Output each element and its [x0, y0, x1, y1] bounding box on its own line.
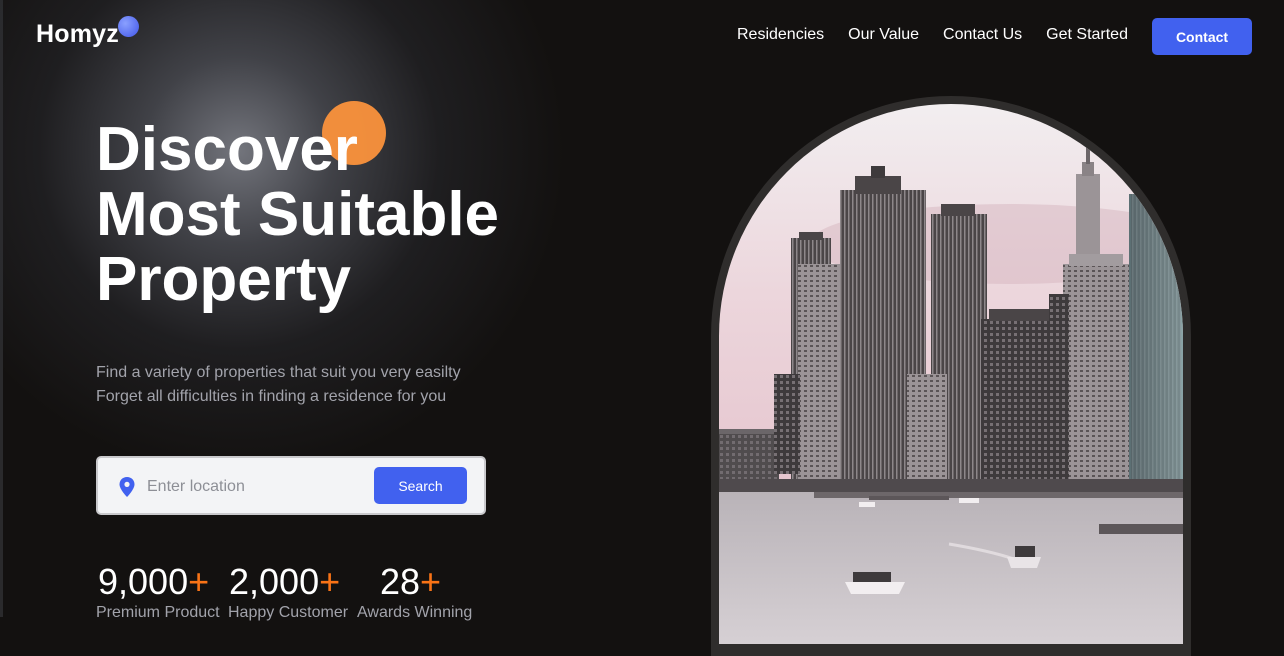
stat-number: 28	[380, 561, 421, 602]
hero-subtitle-line: Forget all difficulties in finding a res…	[96, 388, 447, 405]
hero-title-line: Discover	[96, 115, 358, 184]
stat-label: Happy Customer	[228, 604, 349, 621]
main-nav: Residencies Our Value Contact Us Get Sta…	[737, 26, 1128, 44]
nav-residencies[interactable]: Residencies	[737, 26, 824, 44]
stat-awards-winning: 28+ Awards Winning	[357, 561, 472, 622]
stat-value: 9,000+	[98, 561, 220, 603]
contact-button[interactable]: Contact	[1152, 18, 1252, 55]
hero-title-line: Property	[96, 245, 351, 314]
stat-happy-customer: 2,000+ Happy Customer	[228, 561, 349, 622]
stat-premium-product: 9,000+ Premium Product	[96, 561, 220, 622]
logo[interactable]: Homyz	[36, 20, 119, 49]
hero-subtitle: Find a variety of properties that suit y…	[96, 361, 461, 409]
page-edge	[0, 0, 3, 617]
hero-title-line: Most Suitable	[96, 180, 500, 249]
hero-image	[719, 104, 1183, 644]
hero-subtitle-line: Find a variety of properties that suit y…	[96, 364, 461, 381]
stat-plus: +	[420, 561, 442, 602]
location-pin-icon	[119, 477, 135, 497]
stat-plus: +	[319, 561, 341, 602]
location-input[interactable]	[145, 473, 359, 501]
stat-label: Premium Product	[96, 604, 220, 621]
stat-number: 9,000	[98, 561, 189, 602]
nav-our-value[interactable]: Our Value	[848, 26, 919, 44]
nav-get-started[interactable]: Get Started	[1046, 26, 1128, 44]
stat-plus: +	[188, 561, 210, 602]
city-skyline-illustration	[719, 104, 1183, 644]
search-button[interactable]: Search	[374, 467, 467, 504]
stat-number: 2,000	[229, 561, 320, 602]
stat-label: Awards Winning	[357, 604, 473, 621]
search-bar: Search	[96, 456, 486, 515]
stat-value: 2,000+	[229, 561, 348, 603]
nav-contact-us[interactable]: Contact Us	[943, 26, 1022, 44]
logo-dot	[118, 16, 139, 37]
hero-title: Discover Most Suitable Property	[96, 117, 499, 312]
stat-value: 28+	[380, 561, 472, 603]
